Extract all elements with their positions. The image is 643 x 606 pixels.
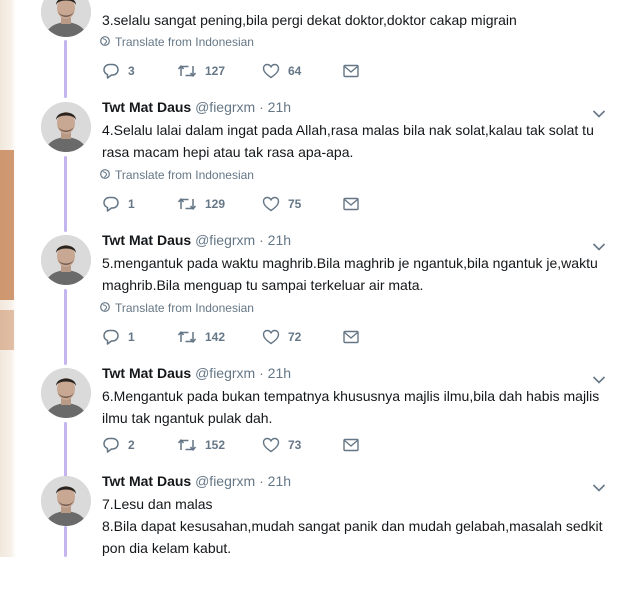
globe-icon [100,35,110,49]
direct-message-button[interactable] [342,436,360,454]
tweet-header: Twt Mat Daus @fiegrxm · 21h [102,232,291,248]
reply-button[interactable]: 2 [102,436,135,454]
tweet-text: 5.mengantuk pada waktu maghrib.Bila magh… [102,252,617,296]
reply-button[interactable]: 1 [102,195,135,213]
like-count: 75 [288,197,302,211]
envelope-icon [342,62,360,80]
direct-message-button[interactable] [342,328,360,346]
retweet-icon [177,328,197,346]
tweet-header: Twt Mat Daus @fiegrxm · 21h [102,99,291,115]
chevron-down-icon[interactable] [592,480,606,492]
retweet-count: 127 [205,64,226,78]
separator-dot: · [259,473,264,489]
separator-dot: · [259,99,264,115]
timestamp[interactable]: 21h [268,473,291,489]
like-count: 64 [288,64,302,78]
retweet-button[interactable]: 129 [177,195,225,213]
chevron-down-icon[interactable] [592,106,606,118]
reply-icon [102,195,120,213]
envelope-icon [342,328,360,346]
chevron-down-icon[interactable] [592,239,606,251]
translate-label: Translate from Indonesian [115,168,254,182]
separator-dot: · [259,232,264,248]
like-button[interactable]: 72 [262,328,301,346]
display-name[interactable]: Twt Mat Daus [102,232,191,248]
globe-icon [100,168,110,182]
user-handle[interactable]: @fiegrxm [195,473,255,489]
reply-button[interactable]: 1 [102,328,135,346]
tweet-header: Twt Mat Daus @fiegrxm · 21h [102,473,291,489]
tweet-actions: 2 152 73 [102,436,372,456]
envelope-icon [342,436,360,454]
timestamp[interactable]: 21h [268,99,291,115]
like-count: 73 [288,438,302,452]
reply-icon [102,328,120,346]
user-handle[interactable]: @fiegrxm [195,99,255,115]
tweet-header: Twt Mat Daus @fiegrxm · 21h [102,365,291,381]
translate-link[interactable]: Translate from Indonesian [100,301,254,315]
reply-count: 2 [128,438,135,452]
user-handle[interactable]: @fiegrxm [195,365,255,381]
reply-count: 3 [128,64,135,78]
tweet-text-line: 5.mengantuk pada waktu maghrib.Bila magh… [102,255,598,271]
retweet-button[interactable]: 127 [177,62,225,80]
retweet-button[interactable]: 142 [177,328,225,346]
tweet-text-line: 8.Bila dapat kesusahan,mudah sangat pani… [102,518,603,534]
retweet-icon [177,436,197,454]
retweet-count: 152 [205,438,226,452]
timestamp[interactable]: 21h [268,365,291,381]
translate-link[interactable]: Translate from Indonesian [100,168,254,182]
retweet-button[interactable]: 152 [177,436,225,454]
tweet-text: 3.selalu sangat pening,bila pergi dekat … [102,9,617,31]
translate-label: Translate from Indonesian [115,301,254,315]
envelope-icon [342,195,360,213]
retweet-icon [177,62,197,80]
reply-icon [102,62,120,80]
tweet: Twt Mat Daus @fiegrxm · 21h 7.Lesu dan m… [0,473,643,606]
globe-icon [100,301,110,315]
separator-dot: · [259,365,264,381]
like-button[interactable]: 64 [262,62,301,80]
tweet-text-line: maghrib.Bila menguap tu sampai terkeluar… [102,277,424,293]
reply-button[interactable]: 3 [102,62,135,80]
direct-message-button[interactable] [342,195,360,213]
tweet-text-line: 6.Mengantuk pada bukan tempatnya khususn… [102,388,600,404]
retweet-count: 129 [205,197,226,211]
timestamp[interactable]: 21h [268,232,291,248]
user-handle[interactable]: @fiegrxm [195,232,255,248]
tweet-actions: 3 127 64 [102,62,372,82]
tweet-text-line: pon dia kelam kabut. [102,540,232,556]
like-count: 72 [288,330,302,344]
heart-icon [262,436,280,454]
tweet-text-line: 7.Lesu dan malas [102,496,213,512]
like-button[interactable]: 75 [262,195,301,213]
reply-icon [102,436,120,454]
reply-count: 1 [128,197,135,211]
tweet-actions: 1 142 72 [102,328,372,348]
direct-message-button[interactable] [342,62,360,80]
tweet-actions: 1 129 75 [102,195,372,215]
tweet-text: 4.Selalu lalai dalam ingat pada Allah,ra… [102,119,617,163]
tweet-text-line: 4.Selalu lalai dalam ingat pada Allah,ra… [102,122,594,138]
heart-icon [262,328,280,346]
tweet-text-line: 3.selalu sangat pening,bila pergi dekat … [102,12,517,28]
like-button[interactable]: 73 [262,436,301,454]
tweet-text-line: rasa macam hepi atau tak rasa apa-apa. [102,144,354,160]
retweet-icon [177,195,197,213]
tweet-text: 7.Lesu dan malas 8.Bila dapat kesusahan,… [102,493,617,559]
tweet-text: 6.Mengantuk pada bukan tempatnya khususn… [102,385,617,429]
reply-count: 1 [128,330,135,344]
tweet-text-line: ilmu tak ngantuk pulak dah. [102,410,273,426]
translate-label: Translate from Indonesian [115,35,254,49]
display-name[interactable]: Twt Mat Daus [102,99,191,115]
retweet-count: 142 [205,330,226,344]
heart-icon [262,62,280,80]
translate-link[interactable]: Translate from Indonesian [100,35,254,49]
display-name[interactable]: Twt Mat Daus [102,365,191,381]
chevron-down-icon[interactable] [592,372,606,384]
display-name[interactable]: Twt Mat Daus [102,473,191,489]
heart-icon [262,195,280,213]
